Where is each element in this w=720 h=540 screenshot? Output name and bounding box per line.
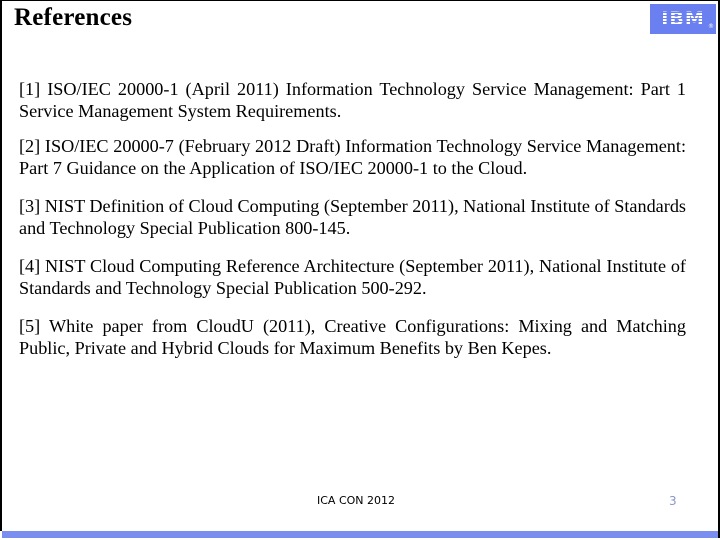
reference-item-5: [5] White paper from CloudU (2011), Crea… bbox=[19, 316, 686, 358]
reference-item-4: [4] NIST Cloud Computing Reference Archi… bbox=[19, 256, 686, 298]
slide-border-left bbox=[0, 0, 2, 531]
ibm-logo-text: IBM bbox=[661, 7, 705, 30]
slide-title: References bbox=[14, 4, 133, 31]
slide: References IBM ® [1] ISO/IEC 20000-1 (Ap… bbox=[0, 0, 720, 540]
slide-border-top bbox=[0, 0, 720, 1]
reference-item-3: [3] NIST Definition of Cloud Computing (… bbox=[19, 196, 686, 238]
footer-conference-label: ICA CON 2012 bbox=[317, 494, 396, 507]
bottom-accent-bar bbox=[2, 531, 718, 538]
ibm-logo: IBM ® bbox=[650, 4, 716, 34]
page-number: 3 bbox=[669, 494, 677, 508]
registered-mark-icon: ® bbox=[708, 23, 714, 30]
reference-item-2: [2] ISO/IEC 20000-7 (February 2012 Draft… bbox=[19, 136, 686, 178]
reference-list: [1] ISO/IEC 20000-1 (April 2011) Informa… bbox=[19, 78, 686, 375]
reference-item-1: [1] ISO/IEC 20000-1 (April 2011) Informa… bbox=[19, 79, 686, 121]
